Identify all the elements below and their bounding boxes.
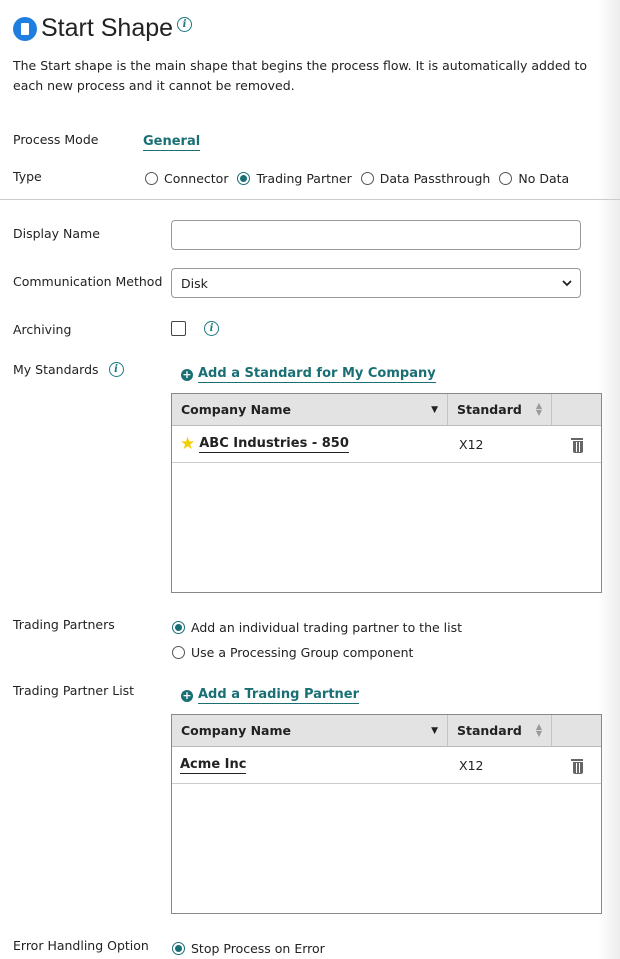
type-radio-trading-partner[interactable]: Trading Partner	[237, 171, 352, 186]
type-radio-no-data[interactable]: No Data	[499, 171, 569, 186]
divider	[0, 199, 620, 200]
trash-icon[interactable]	[570, 437, 583, 453]
type-radio-group: Connector Trading Partner Data Passthrou…	[145, 171, 578, 186]
sort-desc-icon: ▼	[431, 725, 438, 736]
sort-icon: ▲ ▼	[535, 401, 542, 417]
table-row: ★ ABC Industries - 850 X12	[172, 426, 601, 463]
description: The Start shape is the main shape that b…	[13, 58, 587, 93]
trading-partner-table: Company Name ▼ Standard ▲ ▼ Acme Inc X12	[171, 714, 602, 914]
chevron-down-icon	[562, 279, 572, 286]
radio-individual-partner[interactable]: Add an individual trading partner to the…	[172, 620, 462, 635]
plus-circle-icon: +	[181, 368, 193, 381]
standard-cell: X12	[459, 436, 484, 452]
radio-processing-group[interactable]: Use a Processing Group component	[172, 645, 413, 660]
sort-icon: ▲ ▼	[535, 722, 542, 738]
my-standards-table: Company Name ▼ Standard ▲ ▼ ★ ABC Industries…	[171, 393, 602, 593]
communication-method-label: Communication Method	[13, 274, 163, 289]
process-mode-label: Process Mode	[13, 132, 99, 147]
column-header-company-name[interactable]: Company Name ▼	[172, 394, 448, 425]
sort-desc-icon: ▼	[431, 404, 438, 415]
page-header: Start Shape i	[13, 14, 193, 43]
table-row: Acme Inc X12	[172, 747, 601, 784]
plus-circle-icon: +	[181, 689, 193, 702]
radio-stop-on-error[interactable]: Stop Process on Error	[172, 941, 325, 956]
archiving-checkbox[interactable]	[171, 321, 186, 336]
process-mode-link[interactable]: General	[143, 134, 201, 151]
my-standards-label: My Standards	[13, 362, 99, 377]
my-standards-label-group: My Standards i	[13, 362, 124, 377]
type-radio-connector[interactable]: Connector	[145, 171, 228, 186]
trash-icon[interactable]	[570, 758, 583, 774]
page-title: Start Shape	[41, 14, 174, 42]
display-name-input[interactable]	[171, 220, 581, 250]
start-shape-icon	[13, 16, 37, 41]
column-header-company-name[interactable]: Company Name ▼	[172, 715, 448, 746]
my-standards-info-icon[interactable]: i	[108, 362, 124, 377]
trading-partners-label: Trading Partners	[13, 617, 115, 632]
communication-method-select[interactable]: Disk	[171, 268, 581, 298]
add-trading-partner-button[interactable]: + Add a Trading Partner	[181, 687, 360, 704]
info-icon[interactable]: i	[177, 17, 193, 32]
archiving-label: Archiving	[13, 322, 72, 337]
type-label: Type	[13, 169, 42, 184]
add-standard-button[interactable]: + Add a Standard for My Company	[181, 366, 436, 383]
column-header-standard[interactable]: Standard ▲ ▼	[448, 715, 552, 746]
standard-cell: X12	[459, 757, 484, 773]
display-name-label: Display Name	[13, 226, 100, 241]
type-radio-data-passthrough[interactable]: Data Passthrough	[360, 171, 490, 186]
archiving-info-icon[interactable]: i	[204, 321, 219, 336]
column-header-standard[interactable]: Standard ▲ ▼	[448, 394, 552, 425]
company-link[interactable]: Acme Inc	[180, 757, 247, 774]
company-link[interactable]: ABC Industries - 850	[199, 436, 349, 453]
error-handling-label: Error Handling Option	[13, 938, 149, 953]
trading-partner-list-label: Trading Partner List	[13, 683, 135, 698]
star-icon: ★	[180, 433, 196, 454]
